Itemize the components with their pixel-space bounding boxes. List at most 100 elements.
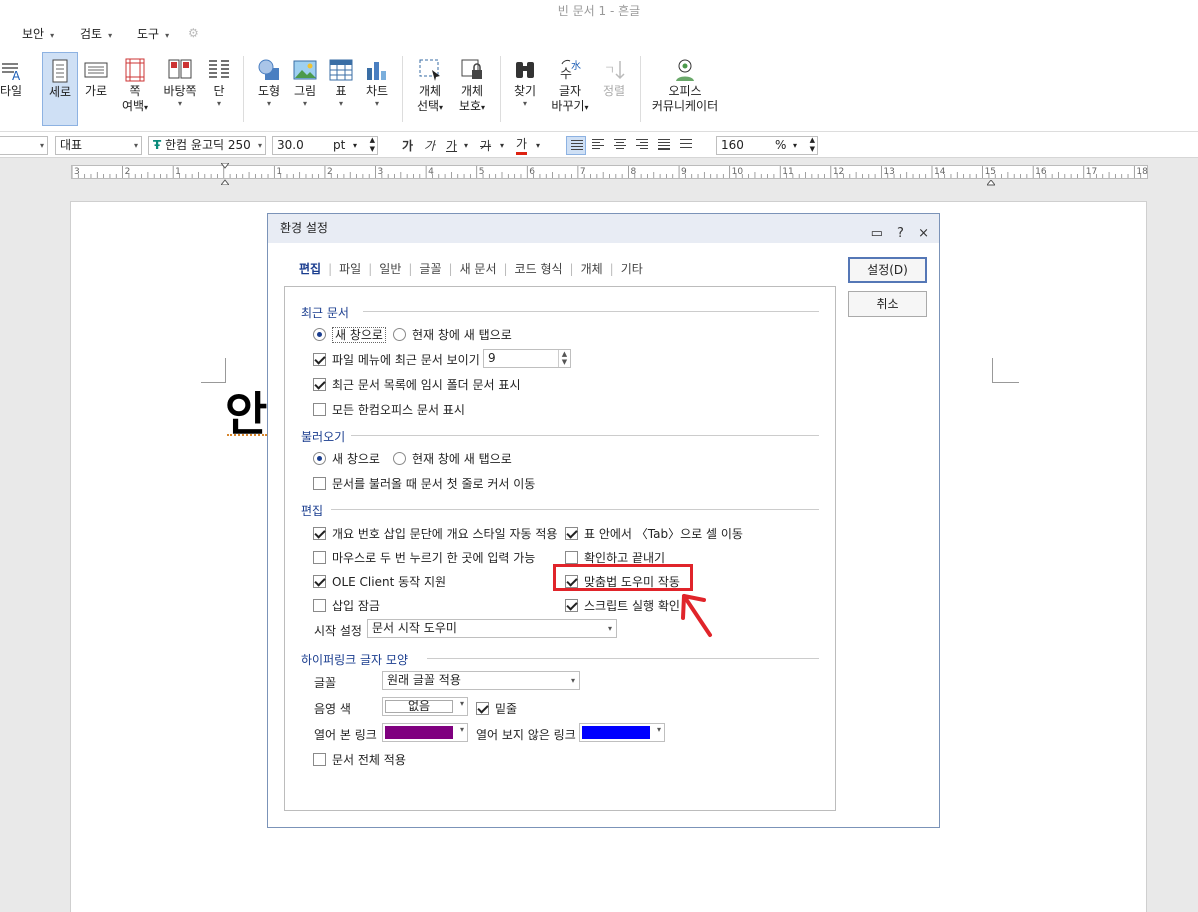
unvisited-link-color-select[interactable]: ▾ [579, 723, 665, 742]
ribbon-replace-label: 글자 [558, 84, 582, 98]
tab-etc[interactable]: 기타 [616, 260, 648, 277]
ribbon-margins[interactable]: 쪽 여백▾ [118, 52, 152, 126]
chevron-down-icon[interactable]: ▾ [464, 141, 468, 159]
align-center-button[interactable] [610, 136, 630, 155]
align-right-button[interactable] [632, 136, 652, 155]
spinner-arrows-icon[interactable]: ▲ ▼ [370, 137, 375, 154]
cursor-first-line-checkbox[interactable]: 문서를 불러올 때 문서 첫 줄로 커서 이동 [313, 475, 535, 492]
chevron-down-icon: ▾ [522, 99, 527, 108]
ribbon-chart[interactable]: 차트 ▾ [362, 52, 392, 126]
zoom-field[interactable]: 160% ▾ ▲ ▼ [716, 136, 818, 155]
script-confirm-checkbox[interactable]: 스크립트 실행 확인 [565, 597, 680, 614]
ribbon-separator [500, 56, 501, 122]
cancel-button[interactable]: 취소 [848, 291, 927, 317]
tab-move-checkbox[interactable]: 표 안에서 〈Tab〉으로 셀 이동 [565, 525, 743, 542]
tab-new-document[interactable]: 새 문서 [455, 260, 502, 277]
annotation-highlight-box [553, 564, 693, 591]
dialog-title: 환경 설정 [280, 221, 328, 235]
paragraph-style-partial[interactable]: ▾ [0, 136, 48, 155]
outline-style-checkbox[interactable]: 개요 번호 삽입 문단에 개요 스타일 자동 적용 [313, 525, 557, 542]
open-radio-new-window[interactable]: 새 창으로 [313, 450, 380, 467]
chevron-down-icon: ▾ [302, 99, 307, 108]
crop-mark-top-right [992, 358, 1019, 383]
tab-edit[interactable]: 편집 [294, 260, 326, 277]
recent-radio-new-window[interactable]: 새 창으로 [313, 326, 386, 343]
right-indent-marker-icon[interactable] [985, 175, 997, 186]
menu-tools[interactable]: 도구 ▾ [137, 25, 169, 42]
tab-code-format[interactable]: 코드 형식 [510, 260, 568, 277]
ribbon-margins-label2: 여백▾ [121, 99, 149, 113]
font-size-value: 30.0 [277, 138, 304, 152]
font-color-button[interactable]: 가 [516, 137, 528, 155]
tab-object[interactable]: 개체 [576, 260, 608, 277]
spinner-arrows-icon[interactable]: ▲ ▼ [810, 137, 815, 154]
font-size-field[interactable]: 30.0 pt ▾ ▲ ▼ [272, 136, 378, 155]
ribbon-table[interactable]: 표 ▾ [326, 52, 356, 126]
indent-marker-icon[interactable] [219, 162, 231, 186]
hyperlink-underline-checkbox[interactable]: 밑줄 [476, 700, 517, 717]
show-temp-checkbox[interactable]: 최근 문서 목록에 임시 폴더 문서 표시 [313, 376, 521, 393]
tab-file[interactable]: 파일 [334, 260, 366, 277]
recent-radio-new-tab[interactable]: 현재 창에 새 탭으로 [393, 326, 512, 343]
font-select[interactable]: Ŧ 한컴 윤고딕 250 ▾ [148, 136, 266, 155]
horizontal-ruler[interactable]: 3 2 1 1 2 3 4 5 6 7 8 9 10 11 12 13 14 15 16 17 18 [0, 158, 1198, 186]
zoom-unit: % [775, 138, 787, 152]
menu-security[interactable]: 보안 ▾ [22, 25, 54, 42]
ribbon-select-object[interactable]: 개체 선택▾ [412, 52, 448, 126]
tab-general[interactable]: 일반 [374, 260, 406, 277]
visited-link-color-select[interactable]: ▾ [382, 723, 468, 742]
align-distribute-button[interactable] [654, 136, 674, 155]
spinner-arrows-icon[interactable]: ▲ ▼ [558, 350, 570, 367]
shade-color-select[interactable]: 없음 ▾ [382, 697, 468, 716]
double-click-input-checkbox[interactable]: 마우스로 두 번 누르기 한 곳에 입력 가능 [313, 549, 535, 566]
ribbon-landscape[interactable]: 가로 [80, 52, 112, 126]
ribbon-style-partial[interactable]: A 타일 [0, 52, 22, 126]
ribbon-office-communicator[interactable]: 오피스 커뮤니케이터 [650, 52, 720, 126]
align-left-button[interactable] [588, 136, 608, 155]
chevron-down-icon[interactable]: ▾ [500, 141, 504, 159]
recent-count-stepper[interactable]: 9 ▲ ▼ [483, 349, 571, 368]
chevron-down-icon: ▾ [353, 141, 358, 150]
ribbon-shape[interactable]: 도형 ▾ [254, 52, 284, 126]
close-icon[interactable]: × [918, 226, 929, 241]
style-select[interactable]: 대표 ▾ [55, 136, 142, 155]
ribbon-protect-object-label: 개체 [460, 84, 484, 98]
ribbon-protect-object[interactable]: 개체 보호▾ [454, 52, 490, 126]
show-recent-checkbox[interactable]: 파일 메뉴에 최근 문서 보이기 [313, 351, 480, 368]
tab-font[interactable]: 글꼴 [414, 260, 446, 277]
checkbox-checked-icon [476, 702, 489, 715]
underline-button[interactable]: 가 [446, 137, 457, 155]
picture-icon [293, 58, 317, 82]
open-radio-new-tab[interactable]: 현재 창에 새 탭으로 [393, 450, 512, 467]
italic-button[interactable]: 가 [424, 137, 435, 155]
apply-all-checkbox[interactable]: 문서 전체 적용 [313, 751, 406, 768]
quick-access-icon[interactable]: ⚙ [188, 26, 204, 40]
ribbon-margins-label: 쪽 [129, 84, 141, 98]
ribbon-columns[interactable]: 단 ▾ [204, 52, 234, 126]
menu-review[interactable]: 검토 ▾ [80, 25, 112, 42]
show-all-checkbox[interactable]: 모든 한컴오피스 문서 표시 [313, 401, 465, 418]
ole-client-checkbox[interactable]: OLE Client 동작 지원 [313, 573, 446, 590]
ribbon-replace[interactable]: 수水 글자 바꾸기▾ [548, 52, 592, 126]
chevron-down-icon[interactable]: ▾ [536, 141, 540, 159]
menu-icon[interactable]: ▭ [871, 226, 883, 241]
unvisited-link-label: 열어 보지 않은 링크 [476, 728, 576, 742]
ribbon-find[interactable]: 찾기 ▾ [510, 52, 540, 126]
ribbon-master-page[interactable]: 바탕쪽 ▾ [160, 52, 200, 126]
help-icon[interactable]: ? [897, 226, 904, 241]
dialog-titlebar[interactable]: 환경 설정 ▭ ? × [268, 214, 939, 243]
recent-count-value: 9 [488, 351, 496, 365]
insert-lock-checkbox[interactable]: 삽입 잠금 [313, 597, 380, 614]
bold-button[interactable]: 가 [402, 137, 413, 155]
ribbon-sort[interactable]: ㄱ 정렬 [598, 52, 630, 126]
start-setting-select[interactable]: 문서 시작 도우미 ▾ [367, 619, 617, 638]
align-justify-button[interactable] [566, 136, 586, 155]
ok-button[interactable]: 설정(D) [848, 257, 927, 283]
strike-button[interactable]: 가 [480, 137, 491, 155]
table-icon [329, 58, 353, 82]
align-divide-button[interactable] [676, 136, 696, 155]
ribbon-portrait[interactable]: 세로 [42, 52, 78, 126]
ribbon-shape-label: 도형 [257, 84, 281, 98]
hyperlink-font-select[interactable]: 원래 글꼴 적용 ▾ [382, 671, 580, 690]
ribbon-picture[interactable]: 그림 ▾ [290, 52, 320, 126]
